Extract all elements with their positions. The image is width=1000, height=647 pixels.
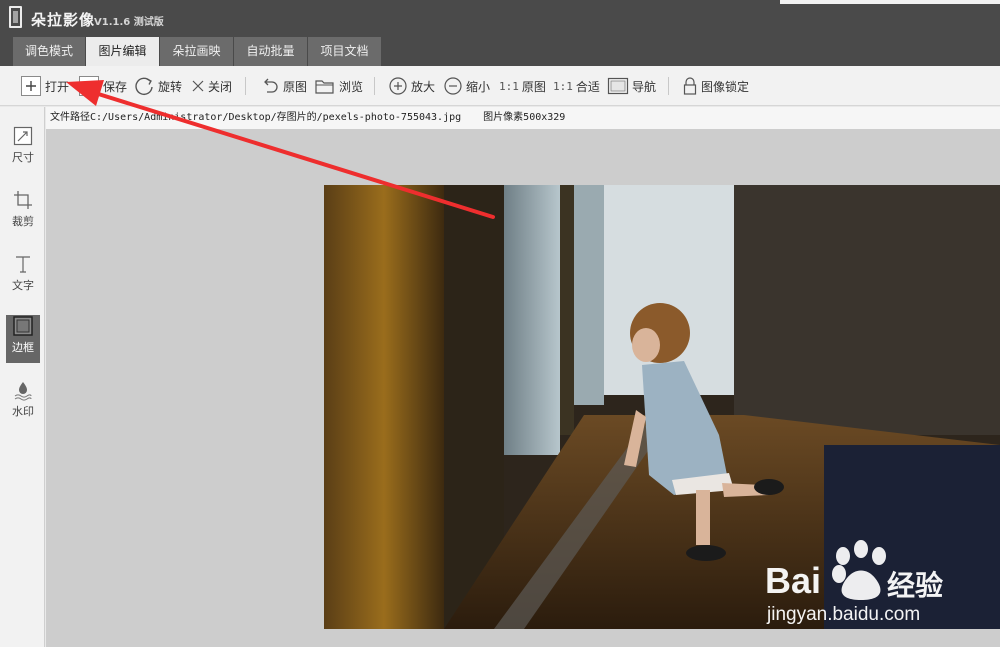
tab-slideshow[interactable]: 朵拉画映: [160, 37, 234, 66]
save-button[interactable]: 保存: [78, 75, 127, 97]
baidu-jingyan-watermark: Bai 经验 jingyan.baidu.com: [765, 536, 995, 632]
zoom-in-label: 放大: [411, 79, 436, 94]
tool-crop-label: 裁剪: [12, 215, 34, 228]
save-label: 保存: [103, 79, 128, 94]
folder-icon: [315, 80, 334, 94]
tool-border-label: 边框: [12, 341, 34, 354]
app-logo-icon: [9, 6, 22, 28]
toolbar: 打开 保存 旋转 关闭 原图 浏览 放大 缩小 1:1 原图 1:1 合适 导航…: [0, 66, 1000, 106]
close-icon: [192, 80, 204, 92]
fit-ratio: 1:1: [553, 79, 573, 93]
app-version: V1.1.6 测试版: [94, 17, 164, 28]
tool-resize-label: 尺寸: [12, 151, 34, 164]
tab-bar: 调色模式 图片编辑 朵拉画映 自动批量 项目文档: [0, 37, 1000, 66]
close-button[interactable]: 关闭: [191, 75, 232, 97]
watermark-brand-right: 经验: [887, 569, 944, 602]
actual-size-ratio: 1:1: [499, 79, 519, 93]
open-label: 打开: [45, 79, 70, 94]
zoom-in-icon: [389, 77, 407, 95]
navigate-button[interactable]: 导航: [607, 75, 656, 97]
open-button[interactable]: 打开: [20, 75, 69, 97]
file-path: 文件路径C:/Users/Administrator/Desktop/存图片的/…: [50, 112, 462, 123]
lock-image-button[interactable]: 图像锁定: [682, 75, 749, 97]
close-label: 关闭: [208, 79, 233, 94]
tool-border[interactable]: 边框: [6, 315, 40, 363]
zoom-out-label: 缩小: [466, 79, 491, 94]
original-button[interactable]: 原图: [260, 75, 307, 97]
tool-resize[interactable]: 尺寸: [6, 125, 40, 173]
rotate-button[interactable]: 旋转: [133, 75, 182, 97]
tool-crop[interactable]: 裁剪: [6, 189, 40, 237]
lock-label: 图像锁定: [701, 79, 750, 94]
browse-label: 浏览: [339, 79, 364, 94]
rotate-icon: [135, 77, 153, 96]
tab-auto-batch[interactable]: 自动批量: [234, 37, 308, 66]
image-pixels: 图片像素500x329: [483, 112, 566, 123]
title-bar: 朵拉影像 V1.1.6 测试版: [0, 0, 1000, 37]
watermark-brand-left: Bai: [765, 560, 822, 601]
left-tool-panel: 尺寸 裁剪 文字 边框 水印: [0, 107, 45, 647]
toolbar-divider: [245, 77, 246, 95]
fit-label: 合适: [575, 79, 600, 94]
tab-color-mode[interactable]: 调色模式: [13, 37, 86, 66]
fit-button[interactable]: 1:1 合适: [553, 75, 600, 97]
navigate-label: 导航: [632, 79, 657, 94]
app-name: 朵拉影像: [31, 11, 96, 29]
rotate-label: 旋转: [158, 79, 183, 94]
browse-button[interactable]: 浏览: [314, 75, 363, 97]
app-window: 朵拉影像 V1.1.6 测试版 调色模式 图片编辑 朵拉画映 自动批量 项目文档…: [0, 0, 1000, 647]
border-icon: [13, 316, 33, 336]
resize-icon: [13, 126, 33, 146]
tool-text-label: 文字: [12, 279, 34, 292]
title-bar-edge: [780, 0, 1000, 4]
watermark-url: jingyan.baidu.com: [767, 604, 921, 625]
toolbar-divider: [374, 77, 375, 95]
actual-size-button[interactable]: 1:1 原图: [499, 75, 546, 97]
plus-icon: [21, 76, 41, 96]
crop-icon: [14, 191, 32, 209]
lock-icon: [683, 77, 697, 95]
zoom-in-button[interactable]: 放大: [388, 75, 435, 97]
toolbar-divider: [668, 77, 669, 95]
original-label: 原图: [283, 79, 308, 94]
actual-size-label: 原图: [521, 79, 546, 94]
undo-icon: [264, 78, 278, 93]
tab-project-docs[interactable]: 项目文档: [308, 37, 382, 66]
tool-watermark[interactable]: 水印: [6, 379, 40, 427]
zoom-out-icon: [444, 77, 462, 95]
watermark-drop-icon: [14, 382, 32, 401]
tab-image-edit[interactable]: 图片编辑: [86, 37, 160, 66]
zoom-out-button[interactable]: 缩小: [443, 75, 490, 97]
text-icon: [16, 256, 30, 273]
tool-watermark-label: 水印: [12, 405, 34, 418]
image-info-bar: 文件路径C:/Users/Administrator/Desktop/存图片的/…: [46, 107, 1000, 129]
save-icon: [79, 76, 99, 96]
navigator-icon: [607, 77, 629, 95]
tool-text[interactable]: 文字: [6, 253, 40, 301]
